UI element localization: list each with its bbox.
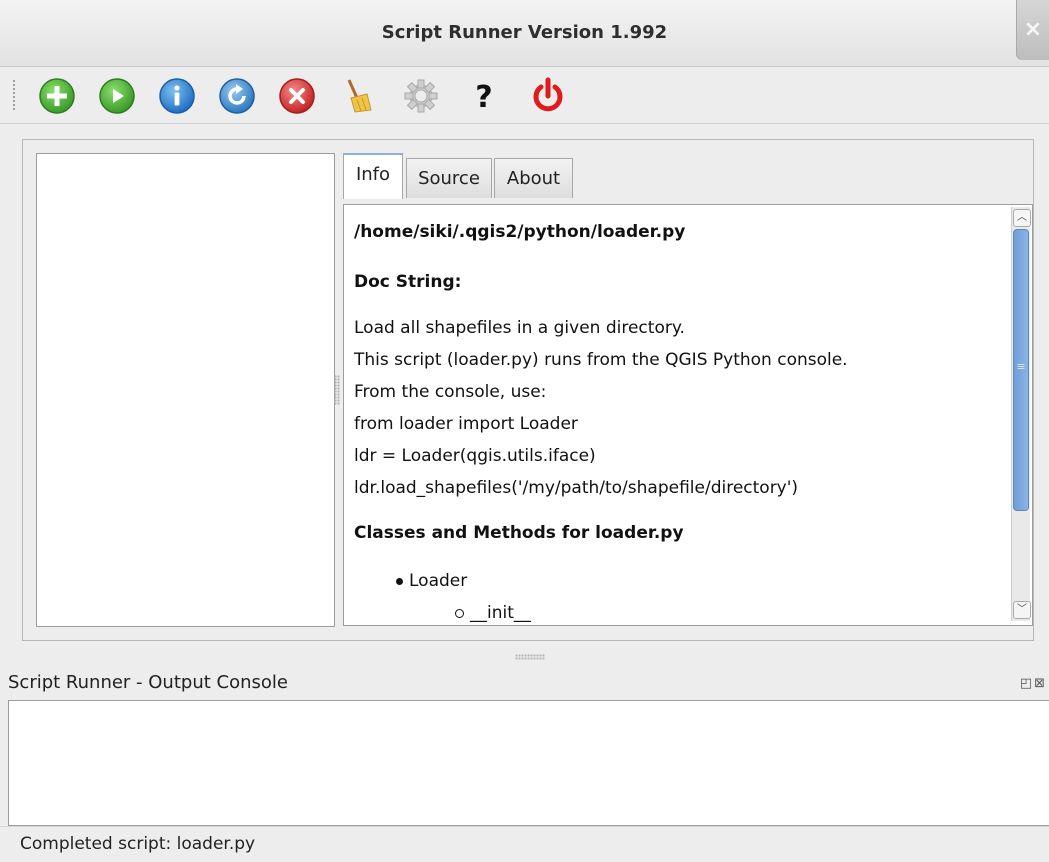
status-message: Completed script: loader.py xyxy=(20,834,256,854)
doc-line: ldr = Loader(qgis.utils.iface) xyxy=(354,446,596,466)
add-script-button[interactable] xyxy=(37,76,77,116)
toolbar: ? xyxy=(0,67,1049,124)
settings-gear-icon xyxy=(404,79,438,113)
exit-button[interactable] xyxy=(528,76,568,116)
clear-console-button[interactable] xyxy=(337,76,377,116)
bullet-icon xyxy=(396,577,403,585)
remove-script-button[interactable] xyxy=(277,76,317,116)
horizontal-splitter-handle[interactable] xyxy=(334,375,340,405)
add-icon xyxy=(39,78,75,114)
tab-source[interactable]: Source xyxy=(406,158,492,198)
vertical-scrollbar[interactable]: ︿ ≡ ﹀ xyxy=(1011,207,1031,621)
window-title: Script Runner Version 1.992 xyxy=(381,22,668,43)
status-bar: Completed script: loader.py xyxy=(0,826,1049,862)
reload-script-button[interactable] xyxy=(217,76,257,116)
doc-string-heading: Doc String: xyxy=(354,272,462,292)
svg-text:?: ? xyxy=(475,80,492,115)
output-console[interactable] xyxy=(8,700,1049,826)
remove-icon xyxy=(279,78,315,114)
help-button[interactable]: ? xyxy=(464,76,504,116)
doc-line: From the console, use: xyxy=(354,382,547,402)
clear-broom-icon xyxy=(347,79,372,113)
reload-icon xyxy=(219,78,255,114)
doc-line: ldr.load_shapefiles('/my/path/to/shapefi… xyxy=(354,478,799,498)
tab-about[interactable]: About xyxy=(494,158,573,198)
script-list[interactable] xyxy=(36,153,335,627)
doc-line: from loader import Loader xyxy=(354,414,578,434)
classes-heading: Classes and Methods for loader.py xyxy=(354,523,684,543)
info-icon xyxy=(159,78,195,114)
window-close-button[interactable]: × xyxy=(1016,0,1049,60)
run-icon xyxy=(99,78,135,114)
output-console-title: Script Runner - Output Console xyxy=(8,672,288,693)
scroll-up-arrow-icon[interactable]: ︿ xyxy=(1013,209,1031,227)
vertical-splitter-handle[interactable] xyxy=(515,654,545,660)
help-icon: ? xyxy=(475,80,492,115)
scroll-down-arrow-icon[interactable]: ﹀ xyxy=(1013,601,1031,619)
doc-line: Load all shapefiles in a given directory… xyxy=(354,318,685,338)
power-icon xyxy=(533,77,563,112)
hollow-bullet-icon xyxy=(455,608,464,618)
window-titlebar: Script Runner Version 1.992 × xyxy=(0,0,1049,67)
script-info-button[interactable] xyxy=(157,76,197,116)
toolbar-grip[interactable] xyxy=(12,79,16,111)
info-content-pane[interactable]: /home/siki/.qgis2/python/loader.py Doc S… xyxy=(343,204,1033,626)
scrollbar-thumb[interactable]: ≡ xyxy=(1013,229,1029,511)
script-path: /home/siki/.qgis2/python/loader.py xyxy=(354,222,686,242)
run-script-button[interactable] xyxy=(97,76,137,116)
dock-float-close-icons[interactable]: ◰⊠ xyxy=(1020,676,1047,691)
doc-line: This script (loader.py) runs from the QG… xyxy=(354,350,848,370)
settings-button[interactable] xyxy=(401,76,441,116)
method-list-item: __init__ xyxy=(455,603,531,623)
tab-info[interactable]: Info xyxy=(343,153,403,199)
class-list-item: Loader xyxy=(396,571,467,591)
